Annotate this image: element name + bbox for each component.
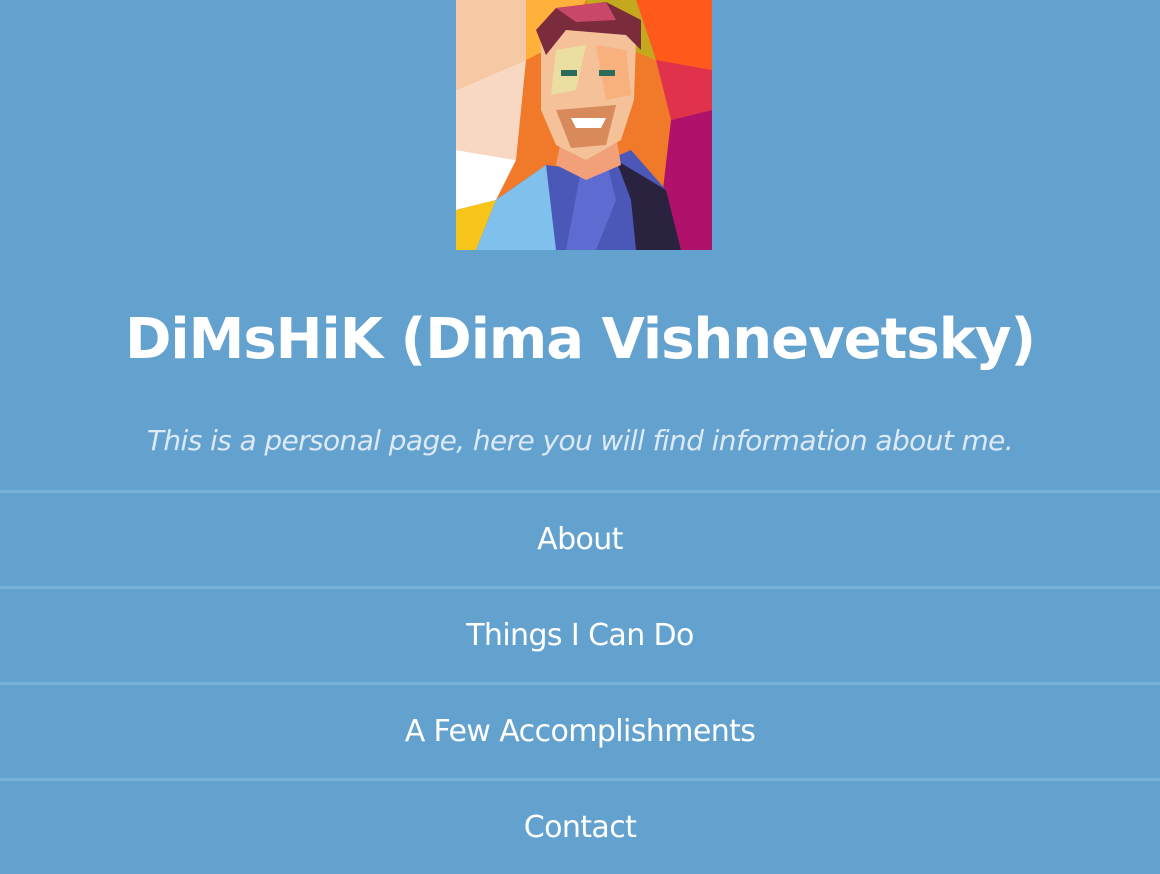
nav-link-about[interactable]: About	[537, 522, 623, 557]
page: DiMsHiK (Dima Vishnevetsky) This is a pe…	[0, 0, 1160, 870]
nav-item-about: About	[0, 493, 1160, 589]
avatar	[456, 0, 712, 250]
nav-item-contact: Contact	[0, 781, 1160, 874]
nav-item-things-i-can-do: Things I Can Do	[0, 589, 1160, 685]
nav-link-contact[interactable]: Contact	[524, 810, 637, 845]
nav-item-accomplishments: A Few Accomplishments	[0, 685, 1160, 781]
nav-link-accomplishments[interactable]: A Few Accomplishments	[405, 714, 756, 749]
page-title: DiMsHiK (Dima Vishnevetsky)	[124, 307, 1036, 372]
main-nav: About Things I Can Do A Few Accomplishme…	[0, 490, 1160, 874]
avatar-portrait-image	[456, 0, 712, 250]
page-subtitle: This is a personal page, here you will f…	[146, 424, 1014, 457]
nav-link-things-i-can-do[interactable]: Things I Can Do	[466, 618, 694, 653]
